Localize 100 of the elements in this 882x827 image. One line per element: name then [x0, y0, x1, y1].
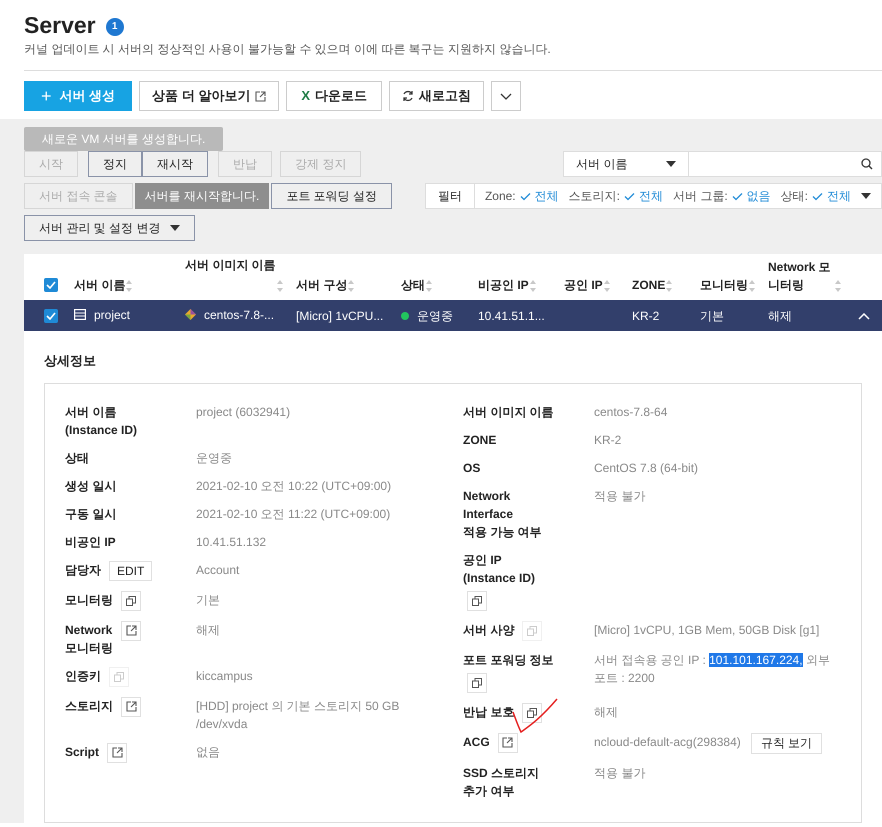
sort-icon — [125, 278, 134, 293]
sort-icon — [602, 278, 611, 293]
field-label: Network 모니터링 — [65, 622, 113, 656]
filter-value[interactable]: 전체 — [827, 187, 851, 205]
table-cell-text: 운영중 — [417, 308, 453, 324]
field-value: [HDD] project 의 기본 스토리지 50 GB /dev/xvda — [196, 698, 400, 732]
field-value: CentOS 7.8 (64-bit) — [594, 460, 698, 476]
rules-button[interactable]: 규칙 보기 — [750, 732, 822, 754]
check-icon — [624, 192, 635, 200]
sort-icon — [528, 278, 537, 293]
action-button[interactable]: 포트 포워딩 설정 — [271, 183, 392, 209]
page-description: 커널 업데이트 시 서버의 정상적인 사용이 불가능할 수 있으며 이에 따른 복구는 지원하지 않습니다. — [24, 41, 552, 58]
field-value: 해제 — [594, 704, 618, 720]
count-badge: 1 — [106, 18, 124, 36]
field-value: 적용 불가 — [594, 488, 646, 504]
copy-icon — [527, 626, 538, 636]
field-label: 구동 일시 — [65, 506, 116, 522]
field-value: 해제 — [196, 622, 220, 638]
copy-button[interactable] — [467, 590, 487, 610]
table-cell-text: 10.41.51.1... — [478, 308, 545, 324]
field-value: 서버 접속용 공인 IP : 101.101.167.224, 외부 포트 : 2200 — [594, 652, 831, 686]
field-value: 기본 — [196, 592, 220, 608]
filter-label: Zone: — [484, 188, 516, 205]
field-value: kiccampus — [196, 668, 253, 684]
field-value: KR-2 — [594, 432, 622, 448]
sort-icon — [665, 278, 674, 293]
column-header[interactable]: 모니터링 — [700, 276, 748, 294]
field-value: 10.41.51.132 — [196, 534, 266, 550]
field-value: ncloud-default-acg(298384) — [594, 734, 741, 750]
search-icon — [861, 158, 873, 170]
caret-icon — [666, 161, 676, 167]
action-button[interactable]: 서버 관리 및 설정 변경 — [24, 215, 196, 241]
filter-value[interactable]: 없음 — [746, 187, 771, 205]
copy-button[interactable] — [121, 590, 141, 610]
filter-button[interactable]: 필터 — [426, 184, 475, 208]
edit-button[interactable]: EDIT — [109, 560, 152, 580]
field-value: Account — [196, 562, 240, 578]
field-label: 비공인 IP — [65, 534, 116, 550]
copy-icon — [527, 708, 538, 718]
field-value: 적용 불가 — [594, 764, 646, 782]
search-field[interactable]: 서버 이름 — [563, 151, 882, 177]
external-link-button[interactable] — [498, 732, 518, 752]
column-header[interactable]: Network 모니터링 — [768, 258, 834, 294]
action-button[interactable]: 재시작 — [142, 151, 208, 177]
column-header[interactable]: 서버 구성 — [296, 276, 348, 294]
copy-button[interactable] — [522, 702, 542, 722]
sort-icon — [276, 278, 284, 293]
column-header[interactable]: 공인 IP — [564, 276, 603, 294]
refresh-button[interactable]: 새로고침 — [389, 81, 484, 111]
tooltip: 서버를 재시작합니다. — [134, 183, 270, 209]
column-header[interactable]: 상태 — [401, 276, 425, 294]
field-label: 포트 포워딩 정보 — [463, 652, 554, 668]
table-cell-text: project — [94, 306, 130, 324]
field-label: OS — [463, 460, 480, 476]
external-link-icon — [126, 625, 136, 636]
sort-icon — [425, 278, 433, 293]
check-icon — [46, 281, 56, 289]
filter-value[interactable]: 전체 — [534, 187, 559, 205]
table-cell-text: centos-7.8-... — [204, 306, 274, 324]
chevron-down-icon — [500, 92, 512, 100]
column-header[interactable]: 비공인 IP — [478, 276, 529, 294]
filter-value[interactable]: 전체 — [638, 187, 663, 205]
checkbox[interactable] — [44, 278, 58, 292]
table-cell-text: [Micro] 1vCPU... — [296, 308, 384, 324]
field-label: 생성 일시 — [65, 478, 116, 494]
external-link-button[interactable] — [107, 742, 128, 762]
caret-icon — [861, 193, 871, 199]
field-label: Network Interface 적용 가능 여부 — [463, 488, 542, 540]
external-link-icon — [126, 701, 136, 712]
field-value: [Micro] 1vCPU, 1GB Mem, 50GB Disk [g1] — [594, 622, 820, 638]
filter-label: 서버 그룹: — [672, 188, 728, 205]
field-label: ZONE — [463, 432, 496, 448]
copy-icon — [114, 672, 124, 682]
filter-label: 상태: — [780, 188, 808, 205]
check-icon — [812, 192, 823, 200]
download-button[interactable]: X 다운로드 — [286, 81, 382, 111]
table-cell-text: 기본 — [700, 308, 724, 324]
field-label: 공인 IP (Instance ID) — [463, 552, 536, 586]
field-label: 서버 이름 (Instance ID) — [65, 404, 138, 438]
column-header[interactable]: ZONE — [632, 276, 666, 294]
copy-icon — [472, 596, 482, 606]
external-link-icon — [255, 90, 266, 102]
column-header[interactable]: 서버 이미지 이름 — [185, 256, 276, 274]
external-link-button[interactable] — [121, 696, 141, 716]
field-label: 모니터링 — [65, 592, 113, 608]
check-icon — [520, 192, 531, 200]
checkbox[interactable] — [44, 308, 58, 322]
section-title: 상세정보 — [44, 352, 97, 370]
tooltip: 새로운 VM 서버를 생성합니다. — [24, 127, 224, 151]
copy-button[interactable] — [467, 672, 487, 692]
external-link-button[interactable] — [121, 620, 141, 640]
field-label: 인증키 — [65, 668, 101, 684]
learn-more-button[interactable]: 상품 더 알아보기 — [139, 81, 280, 111]
field-value: project (6032941) — [196, 404, 290, 420]
select-value: 서버 이름 — [576, 156, 628, 173]
field-label: SSD 스토리지 추가 여부 — [463, 764, 540, 800]
filter-label: 스토리지: — [568, 188, 620, 205]
action-button[interactable]: 정지 — [88, 151, 142, 177]
external-link-icon — [112, 747, 123, 758]
column-header[interactable]: 서버 이름 — [74, 276, 126, 294]
